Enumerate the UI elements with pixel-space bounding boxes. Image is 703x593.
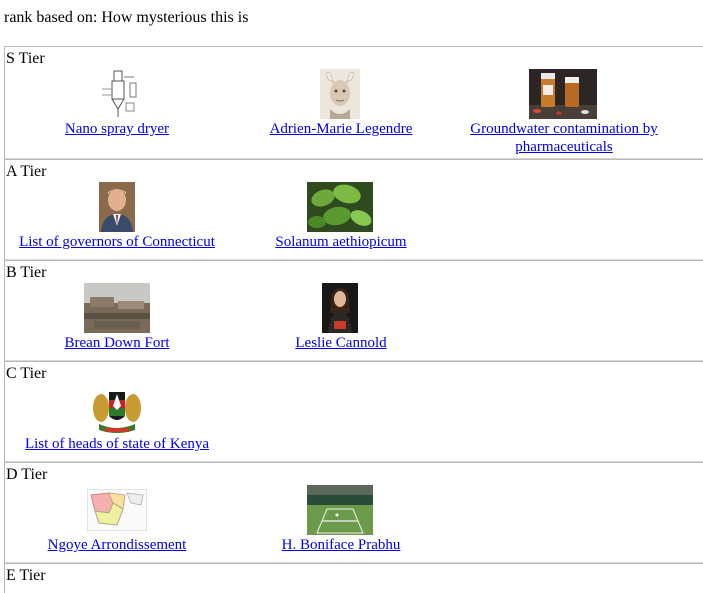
- fort-ruins-image[interactable]: [84, 283, 150, 333]
- tier-label: S Tier: [6, 50, 45, 67]
- tier-item: Groundwater contamination by pharmaceuti…: [452, 120, 676, 156]
- item-link[interactable]: List of governors of Connecticut: [5, 233, 229, 251]
- arrondissement-map-image[interactable]: [87, 489, 147, 531]
- item-link[interactable]: List of heads of state of Kenya: [5, 435, 229, 453]
- legendre-caricature-image[interactable]: [320, 69, 360, 119]
- item-link[interactable]: Ngoye Arrondissement: [5, 536, 229, 554]
- item-link[interactable]: Solanum aethiopicum: [229, 233, 453, 251]
- tier-item: Ngoye Arrondissement: [5, 536, 229, 554]
- tier-label: D Tier: [6, 466, 48, 483]
- tennis-court-image[interactable]: [307, 485, 373, 535]
- tier-item: List of heads of state of Kenya: [5, 435, 229, 453]
- item-link[interactable]: Groundwater contamination by pharmaceuti…: [452, 120, 676, 156]
- rank-criterion: How mysterious this is: [101, 9, 249, 26]
- tier-a: A Tier List of governors of Connecticut …: [4, 159, 703, 260]
- tier-item: List of governors of Connecticut: [5, 233, 229, 251]
- tier-e: E Tier: [4, 563, 703, 593]
- item-link[interactable]: Nano spray dryer: [5, 120, 229, 138]
- item-link[interactable]: H. Boniface Prabhu: [229, 536, 453, 554]
- rank-prefix: rank based on:: [4, 9, 98, 26]
- pill-bottles-image[interactable]: [529, 69, 597, 119]
- tier-item: Nano spray dryer: [5, 120, 229, 138]
- tier-d: D Tier Ngoye Arrondissement H. Boniface …: [4, 462, 703, 563]
- tier-item: Adrien-Marie Legendre: [229, 120, 453, 138]
- tier-item: Brean Down Fort: [5, 334, 229, 352]
- green-leaves-image[interactable]: [307, 182, 373, 232]
- item-link[interactable]: Adrien-Marie Legendre: [229, 120, 453, 138]
- tier-item: H. Boniface Prabhu: [229, 536, 453, 554]
- tier-c: C Tier List of heads of state of Kenya: [4, 361, 703, 462]
- item-link[interactable]: Leslie Cannold: [229, 334, 453, 352]
- item-link[interactable]: Brean Down Fort: [5, 334, 229, 352]
- tier-s: S Tier Nano spray dryer Adrien-Marie Leg…: [4, 46, 703, 159]
- rank-heading: rank based on: How mysterious this is: [4, 9, 248, 27]
- tier-label: C Tier: [6, 365, 47, 382]
- tier-label: E Tier: [6, 567, 46, 584]
- tier-b: B Tier Brean Down Fort Leslie Cannold: [4, 260, 703, 361]
- governor-portrait-image[interactable]: [99, 182, 135, 232]
- speaker-portrait-image[interactable]: [322, 283, 358, 333]
- spray-dryer-diagram-image[interactable]: [100, 69, 140, 119]
- tier-item: Leslie Cannold: [229, 334, 453, 352]
- kenya-coat-of-arms-image[interactable]: [91, 384, 143, 434]
- tier-item: Solanum aethiopicum: [229, 233, 453, 251]
- tier-label: B Tier: [6, 264, 47, 281]
- tier-label: A Tier: [6, 163, 47, 180]
